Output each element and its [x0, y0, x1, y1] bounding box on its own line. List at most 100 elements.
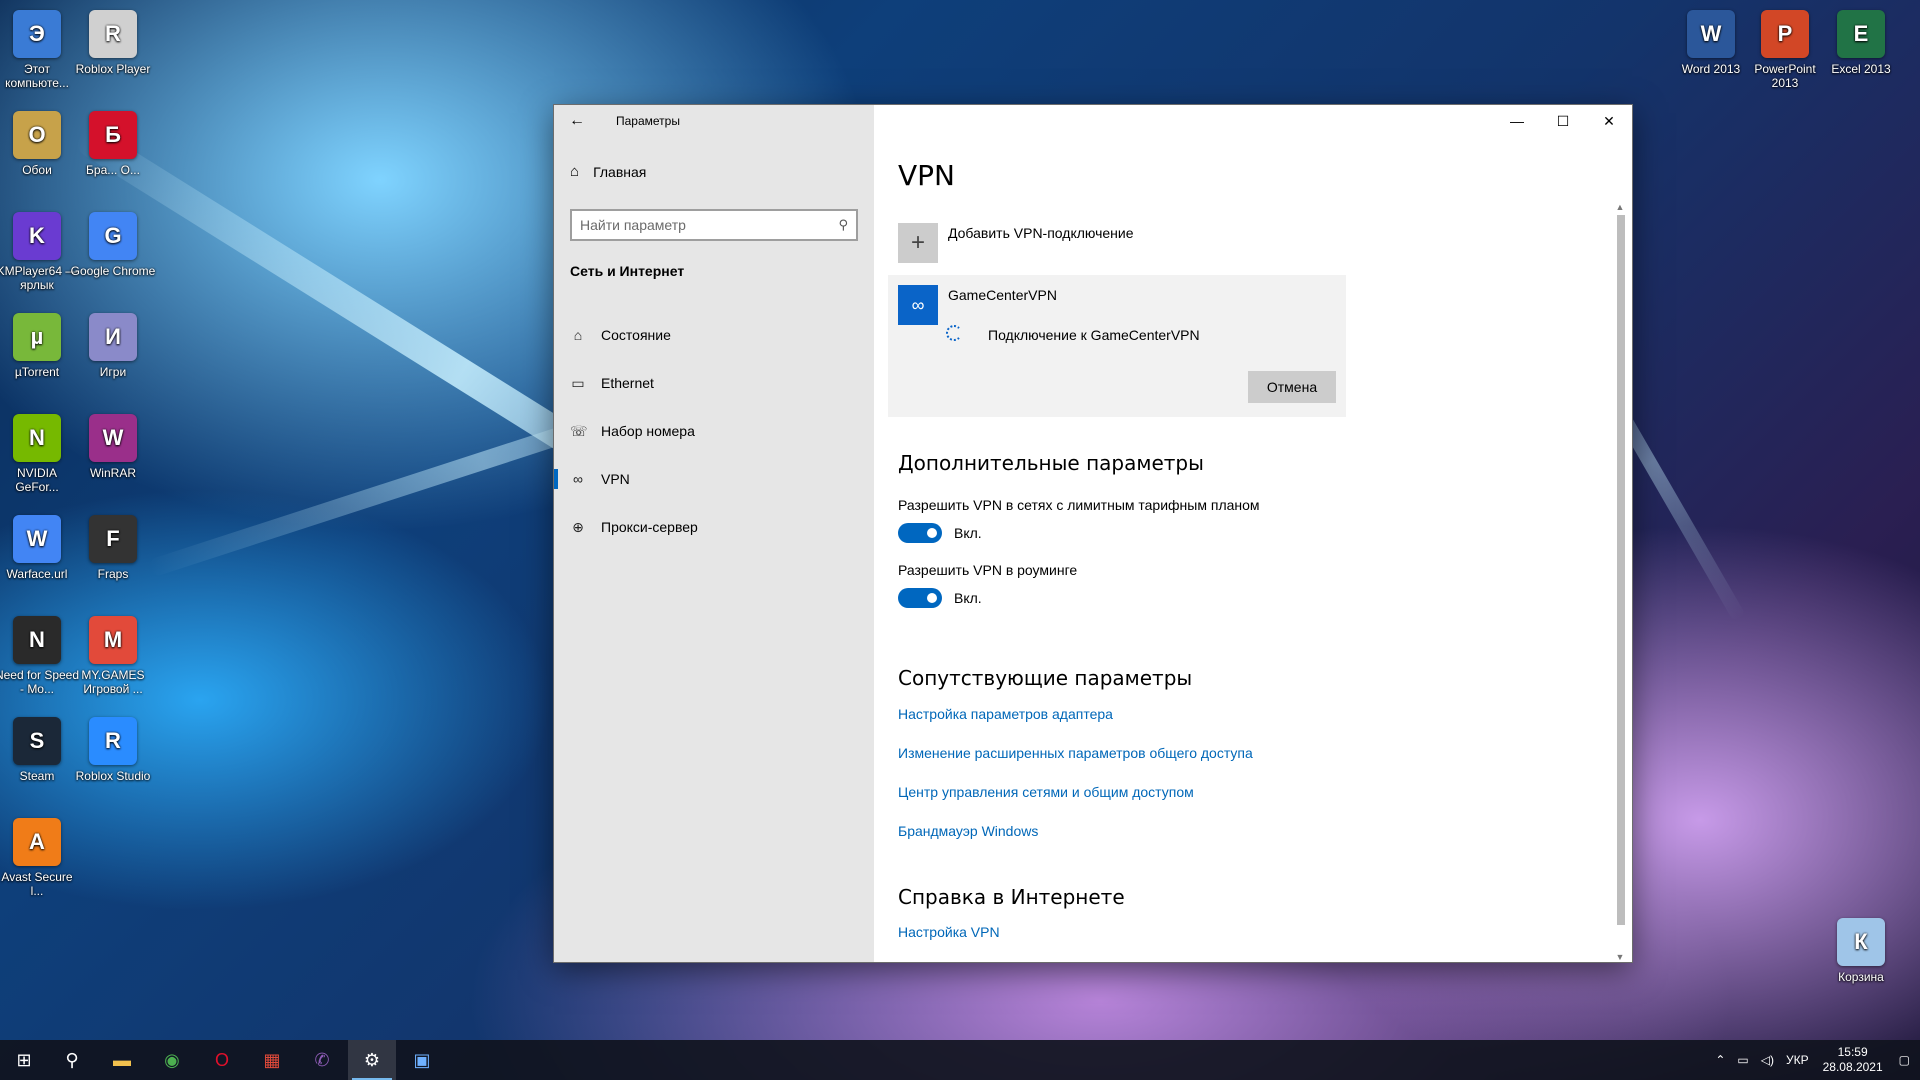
desktop-icon[interactable]: R Roblox Player	[70, 10, 156, 76]
cancel-button[interactable]: Отмена	[1248, 371, 1336, 403]
desktop-icon-label: KMPlayer64 — ярлык	[0, 264, 78, 292]
scrollbar-thumb[interactable]	[1617, 215, 1625, 925]
nfs-icon: N	[13, 616, 61, 664]
steam-icon: S	[13, 717, 61, 765]
chrome-taskbar-button[interactable]: ◉	[148, 1040, 196, 1080]
notification-icon[interactable]: ▢	[1899, 1053, 1910, 1067]
desktop-icon[interactable]: K KMPlayer64 — ярлык	[0, 212, 80, 292]
mygames-taskbar-button[interactable]: ▦	[248, 1040, 296, 1080]
dialup-icon: ☏	[570, 422, 588, 439]
app-title: Параметры	[616, 114, 680, 128]
desktop-icon[interactable]: R Roblox Studio	[70, 717, 156, 783]
roaming-toggle[interactable]	[898, 588, 942, 608]
maximize-icon: ☐	[1556, 112, 1570, 129]
vpn-connection-card[interactable]: ∞ GameCenterVPN Подключение к GameCenter…	[888, 275, 1346, 417]
vpn-icon: ∞	[573, 471, 583, 487]
related-link[interactable]: Изменение расширенных параметров общего …	[898, 745, 1253, 761]
utorrent-icon: µ	[13, 313, 61, 361]
desktop-icon-label: Корзина	[1838, 970, 1884, 984]
desktop-icon[interactable]: Б Бра... O...	[70, 111, 156, 177]
mygames-icon: M	[89, 616, 137, 664]
warface-icon: W	[13, 515, 61, 563]
desktop-icon-label: Need for Speed - Mo...	[0, 668, 80, 696]
home-link[interactable]: ⌂ Главная	[570, 163, 646, 180]
desktop-icon[interactable]: N NVIDIA GeFor...	[0, 414, 80, 494]
nvidia-icon: N	[13, 414, 61, 462]
section-title: Сеть и Интернет	[570, 263, 685, 279]
search-icon: ⚲	[838, 217, 848, 232]
avast-icon: A	[13, 818, 61, 866]
desktop-icon[interactable]: W WinRAR	[70, 414, 156, 480]
desktop-icon[interactable]: N Need for Speed - Mo...	[0, 616, 80, 696]
desktop-icon-label: NVIDIA GeFor...	[15, 466, 59, 494]
add-vpn-button[interactable]: + Добавить VPN-подключение	[898, 223, 1134, 263]
desktop-icon[interactable]: G Google Chrome	[70, 212, 156, 278]
computer-icon: Э	[13, 10, 61, 58]
sidebar-item[interactable]: ⌂ Состояние	[554, 315, 874, 355]
maximize-button[interactable]: ☐	[1540, 105, 1586, 137]
language-indicator[interactable]: УКР	[1786, 1053, 1809, 1067]
settings-taskbar-button[interactable]: ⚙	[348, 1040, 396, 1080]
page-title: VPN	[898, 159, 955, 192]
desktop-icon-label: Warface.url	[6, 567, 68, 581]
related-link[interactable]: Брандмауэр Windows	[898, 823, 1038, 839]
scroll-up-icon[interactable]: ▲	[1614, 201, 1626, 213]
close-button[interactable]: ✕	[1586, 105, 1632, 137]
chevron-up-icon[interactable]: ⌃	[1715, 1053, 1725, 1067]
vpn-help-link[interactable]: Настройка VPN	[898, 924, 1000, 940]
sidebar-item[interactable]: ∞ VPN	[554, 459, 874, 499]
back-button[interactable]: ←	[554, 105, 600, 137]
metered-toggle[interactable]	[898, 523, 942, 543]
desktop-icon[interactable]: S Steam	[0, 717, 80, 783]
desktop-icon[interactable]: E Excel 2013	[1818, 10, 1904, 76]
recycle-bin-icon: К	[1837, 918, 1885, 966]
scroll-down-icon[interactable]: ▼	[1614, 951, 1626, 963]
desktop-icon-label: Google Chrome	[70, 264, 156, 278]
loading-spinner-icon	[946, 325, 962, 341]
related-link[interactable]: Настройка параметров адаптера	[898, 706, 1113, 722]
desktop-icon[interactable]: M MY.GAMES Игровой ...	[70, 616, 156, 696]
desktop-icon[interactable]: К Корзина	[1818, 918, 1904, 984]
desktop-icon-label: Avast Secure l...	[1, 870, 73, 898]
volume-icon[interactable]: ◁)	[1761, 1053, 1774, 1067]
home-label: Главная	[593, 163, 647, 180]
related-link[interactable]: Центр управления сетями и общим доступом	[898, 784, 1194, 800]
start-button[interactable]: ⊞	[0, 1040, 48, 1080]
opera-taskbar-button[interactable]: O	[198, 1040, 246, 1080]
sidebar-item-label: Ethernet	[601, 375, 654, 391]
sidebar-item[interactable]: ☏ Набор номера	[554, 411, 874, 451]
desktop-icon[interactable]: О Обои	[0, 111, 80, 177]
system-tray: ⌃ ▭ ◁) УКР 15:59 28.08.2021 ▢	[1709, 1040, 1920, 1080]
desktop-icon[interactable]: W Warface.url	[0, 515, 80, 581]
app-taskbar-button[interactable]: ▣	[398, 1040, 446, 1080]
roaming-toggle-state: Вкл.	[954, 590, 982, 606]
ethernet-icon: ▭	[571, 374, 585, 391]
minimize-icon: —	[1510, 113, 1524, 129]
sidebar-item[interactable]: ▭ Ethernet	[554, 363, 874, 403]
search-input[interactable]: Найти параметр ⚲	[570, 209, 858, 241]
minimize-button[interactable]: —	[1494, 105, 1540, 137]
plus-icon: +	[898, 223, 938, 263]
desktop-icon[interactable]: И Игри	[70, 313, 156, 379]
desktop-icon[interactable]: Э Этот компьюте...	[0, 10, 80, 90]
scrollbar[interactable]: ▲ ▼	[1614, 201, 1626, 963]
clock-date: 28.08.2021	[1822, 1060, 1883, 1074]
desktop-icon-label: Excel 2013	[1831, 62, 1891, 76]
window-controls: — ☐ ✕	[1494, 105, 1632, 137]
sidebar-item[interactable]: ⊕ Прокси-сервер	[554, 507, 874, 547]
excel-icon: E	[1837, 10, 1885, 58]
file-explorer-button[interactable]: ▬	[98, 1040, 146, 1080]
viber-taskbar-button[interactable]: ✆	[298, 1040, 346, 1080]
desktop-icon[interactable]: P PowerPoint 2013	[1742, 10, 1828, 90]
desktop-icon[interactable]: µ µTorrent	[0, 313, 80, 379]
desktop-icon[interactable]: A Avast Secure l...	[0, 818, 80, 898]
search-button[interactable]: ⚲	[48, 1040, 96, 1080]
desktop-icon-label: Steam	[19, 769, 55, 783]
metered-toggle-state: Вкл.	[954, 525, 982, 541]
clock[interactable]: 15:59 28.08.2021	[1823, 1045, 1883, 1075]
add-vpn-label: Добавить VPN-подключение	[948, 225, 1134, 241]
desktop-icon[interactable]: F Fraps	[70, 515, 156, 581]
desktop-icon-label: PowerPoint 2013	[1754, 62, 1816, 90]
status-icon: ⌂	[573, 327, 583, 343]
network-icon[interactable]: ▭	[1737, 1053, 1748, 1067]
